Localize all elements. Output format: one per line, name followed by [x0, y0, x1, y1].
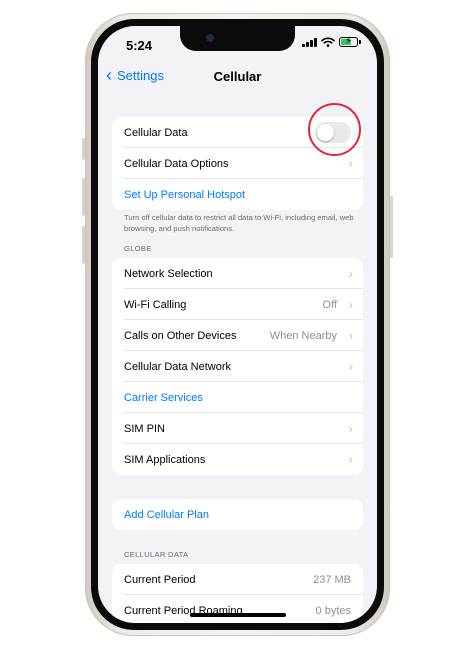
current-period-label: Current Period	[124, 573, 196, 586]
sim-pin-label: SIM PIN	[124, 422, 165, 435]
carrier-section-header: GLOBE	[124, 244, 152, 253]
personal-hotspot-link[interactable]: Set Up Personal Hotspot	[112, 179, 363, 210]
chevron-right-icon: ›	[348, 328, 353, 343]
personal-hotspot-label: Set Up Personal Hotspot	[124, 188, 246, 201]
cellular-data-network-row[interactable]: Cellular Data Network ›	[112, 351, 363, 382]
wifi-calling-label: Wi-Fi Calling	[124, 298, 187, 311]
cellular-data-label: Cellular Data	[124, 126, 188, 139]
current-period-roaming-row: Current Period Roaming 0 bytes	[112, 595, 363, 623]
add-cellular-plan-label: Add Cellular Plan	[124, 508, 209, 521]
cellular-signal-icon	[302, 37, 317, 47]
chevron-right-icon: ›	[348, 297, 353, 312]
add-cellular-plan-button[interactable]: Add Cellular Plan	[112, 499, 363, 530]
cellular-data-network-label: Cellular Data Network	[124, 360, 231, 373]
front-camera	[206, 34, 214, 42]
battery-cap	[359, 40, 361, 44]
sim-applications-label: SIM Applications	[124, 453, 206, 466]
calls-on-other-devices-row[interactable]: Calls on Other Devices When Nearby ›	[112, 320, 363, 351]
notch	[180, 26, 295, 51]
add-plan-group: Add Cellular Plan	[112, 499, 363, 530]
page-title: Cellular	[213, 69, 262, 84]
carrier-group: Network Selection › Wi-Fi Calling Off › …	[112, 258, 363, 475]
chevron-right-icon: ›	[348, 359, 353, 374]
wifi-calling-value: Off	[322, 298, 337, 311]
toggle-highlight-circle	[308, 103, 361, 156]
current-period-roaming-value: 0 bytes	[315, 604, 351, 617]
battery-icon: ⚡	[339, 36, 358, 47]
phone-screen: 5:24 ⚡ ‹ Settings Cellular Cellular Data	[98, 26, 377, 623]
chevron-right-icon: ›	[348, 452, 353, 467]
current-period-value: 237 MB	[313, 573, 351, 586]
wifi-calling-row[interactable]: Wi-Fi Calling Off ›	[112, 289, 363, 320]
status-icons: ⚡	[302, 36, 361, 47]
chevron-right-icon: ›	[348, 156, 353, 171]
network-selection-label: Network Selection	[124, 267, 213, 280]
cellular-data-footnote: Turn off cellular data to restrict all d…	[124, 213, 354, 233]
chevron-right-icon: ›	[348, 266, 353, 281]
current-period-row: Current Period 237 MB	[112, 564, 363, 595]
chevron-right-icon: ›	[348, 421, 353, 436]
carrier-services-link[interactable]: Carrier Services	[112, 382, 363, 413]
cellular-data-options-label: Cellular Data Options	[124, 157, 229, 170]
navigation-bar: ‹ Settings Cellular	[98, 66, 377, 90]
wifi-icon	[321, 37, 335, 47]
status-time: 5:24	[126, 38, 153, 53]
calls-on-other-devices-label: Calls on Other Devices	[124, 329, 237, 342]
carrier-services-label: Carrier Services	[124, 391, 203, 404]
sim-pin-row[interactable]: SIM PIN ›	[112, 413, 363, 444]
home-indicator	[190, 613, 286, 617]
sim-applications-row[interactable]: SIM Applications ›	[112, 444, 363, 475]
network-selection-row[interactable]: Network Selection ›	[112, 258, 363, 289]
calls-on-other-devices-value: When Nearby	[269, 329, 337, 342]
side-button	[390, 196, 393, 258]
cellular-data-section-header: CELLULAR DATA	[124, 550, 189, 559]
